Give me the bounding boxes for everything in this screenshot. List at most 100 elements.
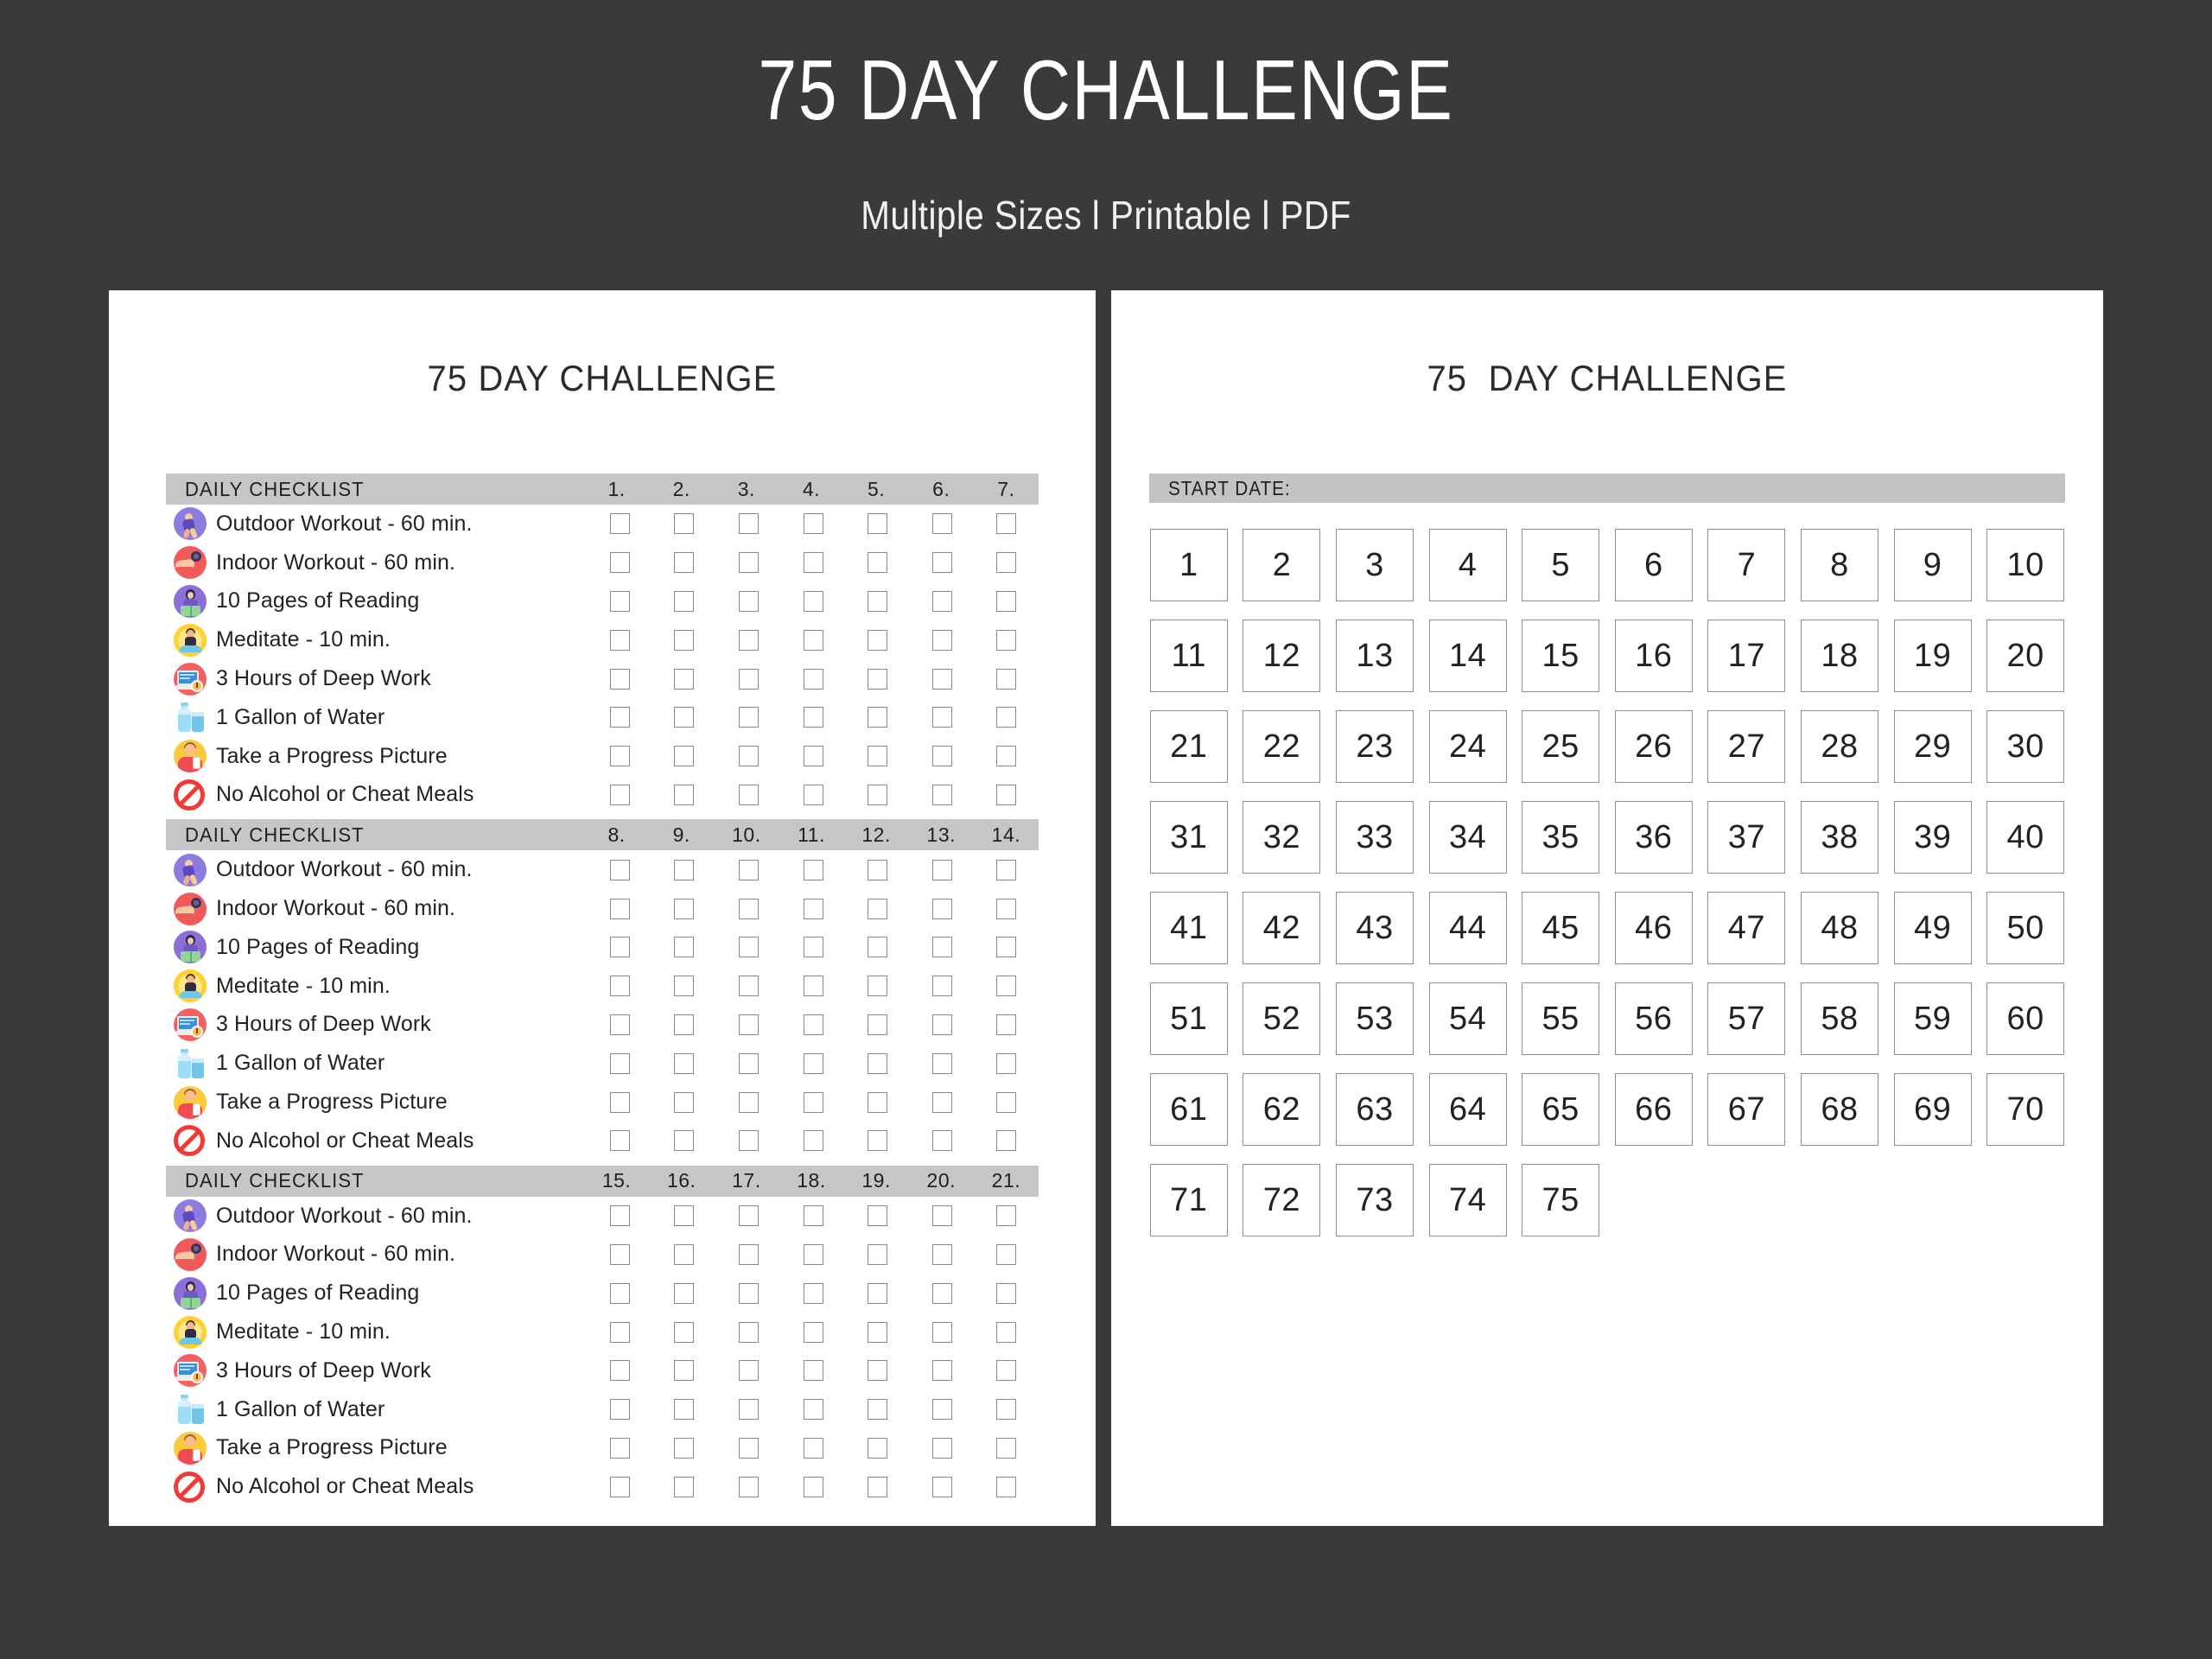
day-cell[interactable]: 6 <box>1614 529 1693 601</box>
day-cell[interactable]: 68 <box>1800 1073 1878 1146</box>
task-checkbox[interactable] <box>738 668 759 690</box>
task-checkbox[interactable] <box>931 1437 952 1459</box>
day-cell[interactable]: 19 <box>1893 620 1972 692</box>
task-checkbox[interactable] <box>609 976 630 997</box>
task-checkbox[interactable] <box>738 976 759 997</box>
task-checkbox[interactable] <box>674 707 695 728</box>
task-checkbox[interactable] <box>996 668 1017 690</box>
task-checkbox[interactable] <box>868 668 888 690</box>
task-checkbox[interactable] <box>996 1437 1017 1459</box>
day-cell[interactable]: 4 <box>1428 529 1507 601</box>
task-checkbox[interactable] <box>803 1130 823 1152</box>
task-checkbox[interactable] <box>931 1243 952 1265</box>
task-checkbox[interactable] <box>996 746 1017 767</box>
task-checkbox[interactable] <box>996 1052 1017 1074</box>
day-cell[interactable]: 42 <box>1243 892 1321 964</box>
task-checkbox[interactable] <box>609 746 630 767</box>
task-checkbox[interactable] <box>738 898 759 919</box>
task-checkbox[interactable] <box>738 784 759 805</box>
task-checkbox[interactable] <box>803 859 823 880</box>
day-cell[interactable]: 7 <box>1707 529 1786 601</box>
task-checkbox[interactable] <box>868 1014 888 1035</box>
task-checkbox[interactable] <box>803 1360 823 1382</box>
day-cell[interactable]: 37 <box>1707 801 1786 874</box>
task-checkbox[interactable] <box>609 629 630 651</box>
day-cell[interactable]: 34 <box>1428 801 1507 874</box>
task-checkbox[interactable] <box>868 1321 888 1343</box>
task-checkbox[interactable] <box>803 629 823 651</box>
task-checkbox[interactable] <box>803 1052 823 1074</box>
task-checkbox[interactable] <box>803 937 823 958</box>
task-checkbox[interactable] <box>738 1399 759 1421</box>
day-cell[interactable]: 66 <box>1614 1073 1693 1146</box>
task-checkbox[interactable] <box>868 552 888 574</box>
day-cell[interactable]: 63 <box>1335 1073 1414 1146</box>
day-cell[interactable]: 61 <box>1149 1073 1228 1146</box>
task-checkbox[interactable] <box>738 1282 759 1304</box>
task-checkbox[interactable] <box>996 1130 1017 1152</box>
task-checkbox[interactable] <box>931 1282 952 1304</box>
day-cell[interactable]: 74 <box>1428 1164 1507 1236</box>
day-cell[interactable]: 9 <box>1893 529 1972 601</box>
task-checkbox[interactable] <box>996 937 1017 958</box>
task-checkbox[interactable] <box>674 1321 695 1343</box>
task-checkbox[interactable] <box>931 898 952 919</box>
task-checkbox[interactable] <box>609 1399 630 1421</box>
day-cell[interactable]: 67 <box>1707 1073 1786 1146</box>
day-cell[interactable]: 46 <box>1614 892 1693 964</box>
day-cell[interactable]: 17 <box>1707 620 1786 692</box>
task-checkbox[interactable] <box>868 707 888 728</box>
task-checkbox[interactable] <box>868 1243 888 1265</box>
day-cell[interactable]: 70 <box>1986 1073 2065 1146</box>
task-checkbox[interactable] <box>609 1321 630 1343</box>
day-cell[interactable]: 40 <box>1986 801 2065 874</box>
task-checkbox[interactable] <box>609 1476 630 1497</box>
task-checkbox[interactable] <box>931 937 952 958</box>
task-checkbox[interactable] <box>996 513 1017 535</box>
task-checkbox[interactable] <box>674 1091 695 1113</box>
task-checkbox[interactable] <box>996 1205 1017 1227</box>
task-checkbox[interactable] <box>931 1360 952 1382</box>
task-checkbox[interactable] <box>674 1243 695 1265</box>
task-checkbox[interactable] <box>996 1476 1017 1497</box>
task-checkbox[interactable] <box>803 1437 823 1459</box>
task-checkbox[interactable] <box>868 1360 888 1382</box>
task-checkbox[interactable] <box>931 1399 952 1421</box>
task-checkbox[interactable] <box>738 1130 759 1152</box>
day-cell[interactable]: 75 <box>1522 1164 1600 1236</box>
task-checkbox[interactable] <box>868 784 888 805</box>
task-checkbox[interactable] <box>996 552 1017 574</box>
day-cell[interactable]: 51 <box>1149 982 1228 1055</box>
task-checkbox[interactable] <box>931 1205 952 1227</box>
task-checkbox[interactable] <box>738 629 759 651</box>
task-checkbox[interactable] <box>609 784 630 805</box>
task-checkbox[interactable] <box>674 1052 695 1074</box>
task-checkbox[interactable] <box>868 746 888 767</box>
task-checkbox[interactable] <box>674 784 695 805</box>
task-checkbox[interactable] <box>996 590 1017 612</box>
day-cell[interactable]: 38 <box>1800 801 1878 874</box>
task-checkbox[interactable] <box>931 1321 952 1343</box>
task-checkbox[interactable] <box>931 1130 952 1152</box>
day-cell[interactable]: 47 <box>1707 892 1786 964</box>
task-checkbox[interactable] <box>868 898 888 919</box>
task-checkbox[interactable] <box>609 859 630 880</box>
task-checkbox[interactable] <box>931 976 952 997</box>
task-checkbox[interactable] <box>738 1437 759 1459</box>
task-checkbox[interactable] <box>803 1091 823 1113</box>
task-checkbox[interactable] <box>674 1014 695 1035</box>
task-checkbox[interactable] <box>674 552 695 574</box>
day-cell[interactable]: 13 <box>1335 620 1414 692</box>
task-checkbox[interactable] <box>931 590 952 612</box>
day-cell[interactable]: 69 <box>1893 1073 1972 1146</box>
day-cell[interactable]: 18 <box>1800 620 1878 692</box>
day-cell[interactable]: 26 <box>1614 710 1693 783</box>
task-checkbox[interactable] <box>674 668 695 690</box>
day-cell[interactable]: 48 <box>1800 892 1878 964</box>
task-checkbox[interactable] <box>738 1052 759 1074</box>
task-checkbox[interactable] <box>609 937 630 958</box>
day-cell[interactable]: 36 <box>1614 801 1693 874</box>
day-cell[interactable]: 54 <box>1428 982 1507 1055</box>
task-checkbox[interactable] <box>931 1091 952 1113</box>
task-checkbox[interactable] <box>674 746 695 767</box>
